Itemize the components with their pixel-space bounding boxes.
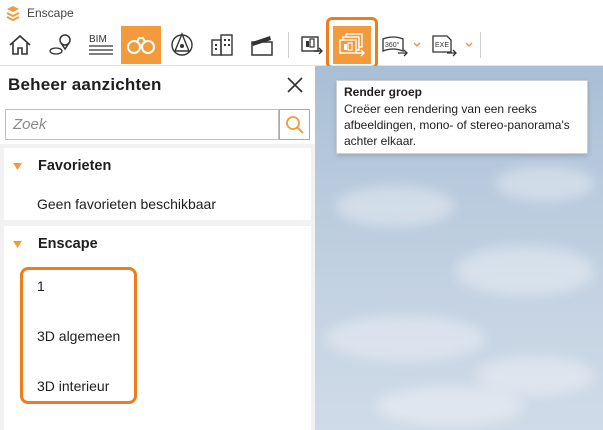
toolbar-separator <box>288 32 289 58</box>
buildings-icon <box>211 34 233 56</box>
bim-button[interactable]: BIM <box>84 26 118 64</box>
map-pin-icon <box>49 34 71 55</box>
views-highlight <box>20 267 137 404</box>
panorama-dropdown[interactable] <box>412 38 422 52</box>
favorites-section: Favorieten Geen favorieten beschikbaar <box>4 148 311 220</box>
exe-export-icon: EXE <box>432 35 457 57</box>
enscape-label: Enscape <box>38 236 98 252</box>
title-bar: Enscape <box>0 0 603 26</box>
home-icon <box>9 34 31 55</box>
render-screenshot-button[interactable] <box>296 26 326 64</box>
exe-export-button[interactable]: EXE <box>428 26 460 64</box>
perspective-icon <box>171 32 193 56</box>
triangle-down-icon <box>13 240 22 248</box>
render-batch-highlight <box>326 17 378 69</box>
clapperboard-icon <box>251 36 273 56</box>
search-button[interactable] <box>279 109 310 140</box>
manage-views-panel: Beheer aanzichten Zoek Favorieten Geen f… <box>0 66 315 430</box>
exe-dropdown[interactable] <box>464 38 474 52</box>
panel-header: Beheer aanzichten <box>0 66 315 106</box>
render-screenshot-icon <box>301 36 323 55</box>
close-icon[interactable] <box>284 74 306 96</box>
search-row: Zoek <box>0 106 315 144</box>
manage-views-button[interactable] <box>121 26 161 64</box>
chevron-down-icon <box>465 42 473 48</box>
binoculars-icon <box>127 37 155 54</box>
search-icon <box>285 115 304 134</box>
search-input[interactable]: Zoek <box>5 109 279 140</box>
window-title: Enscape <box>27 6 74 20</box>
render-batch-tooltip: Render groep Creëer een rendering van ee… <box>336 80 588 154</box>
toolbar-separator <box>480 32 481 58</box>
panorama-label: 360° <box>385 41 400 49</box>
tooltip-title: Render groep <box>344 85 423 99</box>
favorites-header[interactable]: Favorieten <box>4 148 311 184</box>
chevron-down-icon <box>413 42 421 48</box>
enscape-logo-icon <box>6 6 20 21</box>
enscape-section: Enscape 1 3D algemeen 3D interieur <box>4 226 311 430</box>
tooltip-body: Creëer een rendering van een reeks afbee… <box>344 102 570 148</box>
panel-title: Beheer aanzichten <box>8 75 162 94</box>
triangle-down-icon <box>13 162 22 170</box>
exe-label: EXE <box>435 42 449 49</box>
toolbar: BIM 360° EXE <box>0 17 603 69</box>
search-placeholder: Zoek <box>13 116 47 133</box>
panorama-export-button[interactable]: 360° <box>380 26 410 64</box>
perspective-button[interactable] <box>166 26 198 64</box>
bim-icon: BIM <box>89 34 113 55</box>
favorites-label: Favorieten <box>38 158 112 174</box>
panorama-export-icon: 360° <box>382 36 408 57</box>
location-button[interactable] <box>44 26 78 64</box>
enscape-header[interactable]: Enscape <box>4 226 311 262</box>
buildings-button[interactable] <box>206 26 238 64</box>
bim-label: BIM <box>89 34 107 45</box>
home-button[interactable] <box>4 26 36 64</box>
favorites-empty-text: Geen favorieten beschikbaar <box>37 196 216 212</box>
video-editor-button[interactable] <box>246 26 278 64</box>
